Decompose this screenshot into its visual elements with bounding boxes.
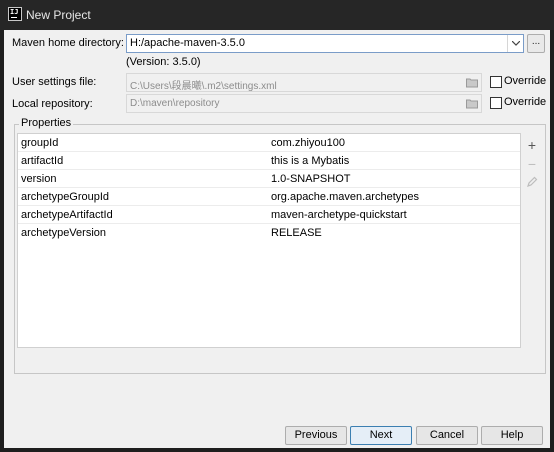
- table-row[interactable]: archetypeGroupId org.apache.maven.archet…: [18, 188, 520, 206]
- property-key: groupId: [21, 137, 59, 149]
- dialog-content: Maven home directory: H:/apache-maven-3.…: [4, 30, 550, 448]
- window-title: New Project: [26, 8, 91, 22]
- maven-home-label: Maven home directory:: [12, 37, 124, 49]
- user-settings-override-label: Override: [504, 75, 547, 87]
- maven-home-value: H:/apache-maven-3.5.0: [130, 37, 245, 49]
- local-repository-override-checkbox[interactable]: [490, 97, 502, 109]
- local-repository-value: D:\maven\repository: [130, 98, 220, 109]
- property-value: org.apache.maven.archetypes: [271, 191, 419, 203]
- table-row[interactable]: groupId com.zhiyou100: [18, 134, 520, 152]
- folder-icon[interactable]: [466, 77, 478, 88]
- properties-table: groupId com.zhiyou100 artifactId this is…: [17, 133, 521, 348]
- table-row[interactable]: archetypeArtifactId maven-archetype-quic…: [18, 206, 520, 224]
- help-button[interactable]: Help: [481, 426, 543, 445]
- maven-home-browse-button[interactable]: ...: [527, 34, 545, 53]
- maven-version-note: (Version: 3.5.0): [126, 56, 201, 68]
- next-button[interactable]: Next: [350, 426, 412, 445]
- property-value: RELEASE: [271, 227, 322, 239]
- table-row[interactable]: artifactId this is a Mybatis: [18, 152, 520, 170]
- user-settings-override-checkbox[interactable]: [490, 76, 502, 88]
- chevron-down-icon[interactable]: [507, 35, 523, 52]
- property-key: archetypeArtifactId: [21, 209, 113, 221]
- table-row[interactable]: archetypeVersion RELEASE: [18, 224, 520, 242]
- properties-title: Properties: [19, 117, 74, 129]
- user-settings-field[interactable]: C:\Users\段晨曦\.m2\settings.xml: [126, 73, 482, 92]
- user-settings-value: C:\Users\段晨曦\.m2\settings.xml: [130, 81, 277, 92]
- local-repository-field[interactable]: D:\maven\repository: [126, 94, 482, 113]
- maven-home-combo[interactable]: H:/apache-maven-3.5.0: [126, 34, 524, 53]
- property-key: archetypeGroupId: [21, 191, 110, 203]
- local-repository-override-label: Override: [504, 96, 547, 108]
- property-key: artifactId: [21, 155, 64, 167]
- remove-icon[interactable]: −: [524, 156, 540, 172]
- folder-icon[interactable]: [466, 98, 478, 109]
- user-settings-label: User settings file:: [12, 76, 97, 88]
- title-bar: IJ New Project: [0, 0, 554, 30]
- property-key: archetypeVersion: [21, 227, 106, 239]
- properties-toolbar: + −: [522, 133, 542, 348]
- new-project-dialog: IJ New Project Maven home directory: H:/…: [0, 0, 554, 452]
- local-repository-label: Local repository:: [12, 98, 93, 110]
- previous-button[interactable]: Previous: [285, 426, 347, 445]
- property-value: maven-archetype-quickstart: [271, 209, 407, 221]
- property-value: 1.0-SNAPSHOT: [271, 173, 351, 185]
- property-value: com.zhiyou100: [271, 137, 345, 149]
- property-key: version: [21, 173, 57, 185]
- intellij-app-icon: IJ: [8, 7, 22, 21]
- add-icon[interactable]: +: [524, 137, 540, 153]
- cancel-button[interactable]: Cancel: [416, 426, 478, 445]
- table-row[interactable]: version 1.0-SNAPSHOT: [18, 170, 520, 188]
- edit-icon[interactable]: [524, 175, 540, 191]
- property-value: this is a Mybatis: [271, 155, 350, 167]
